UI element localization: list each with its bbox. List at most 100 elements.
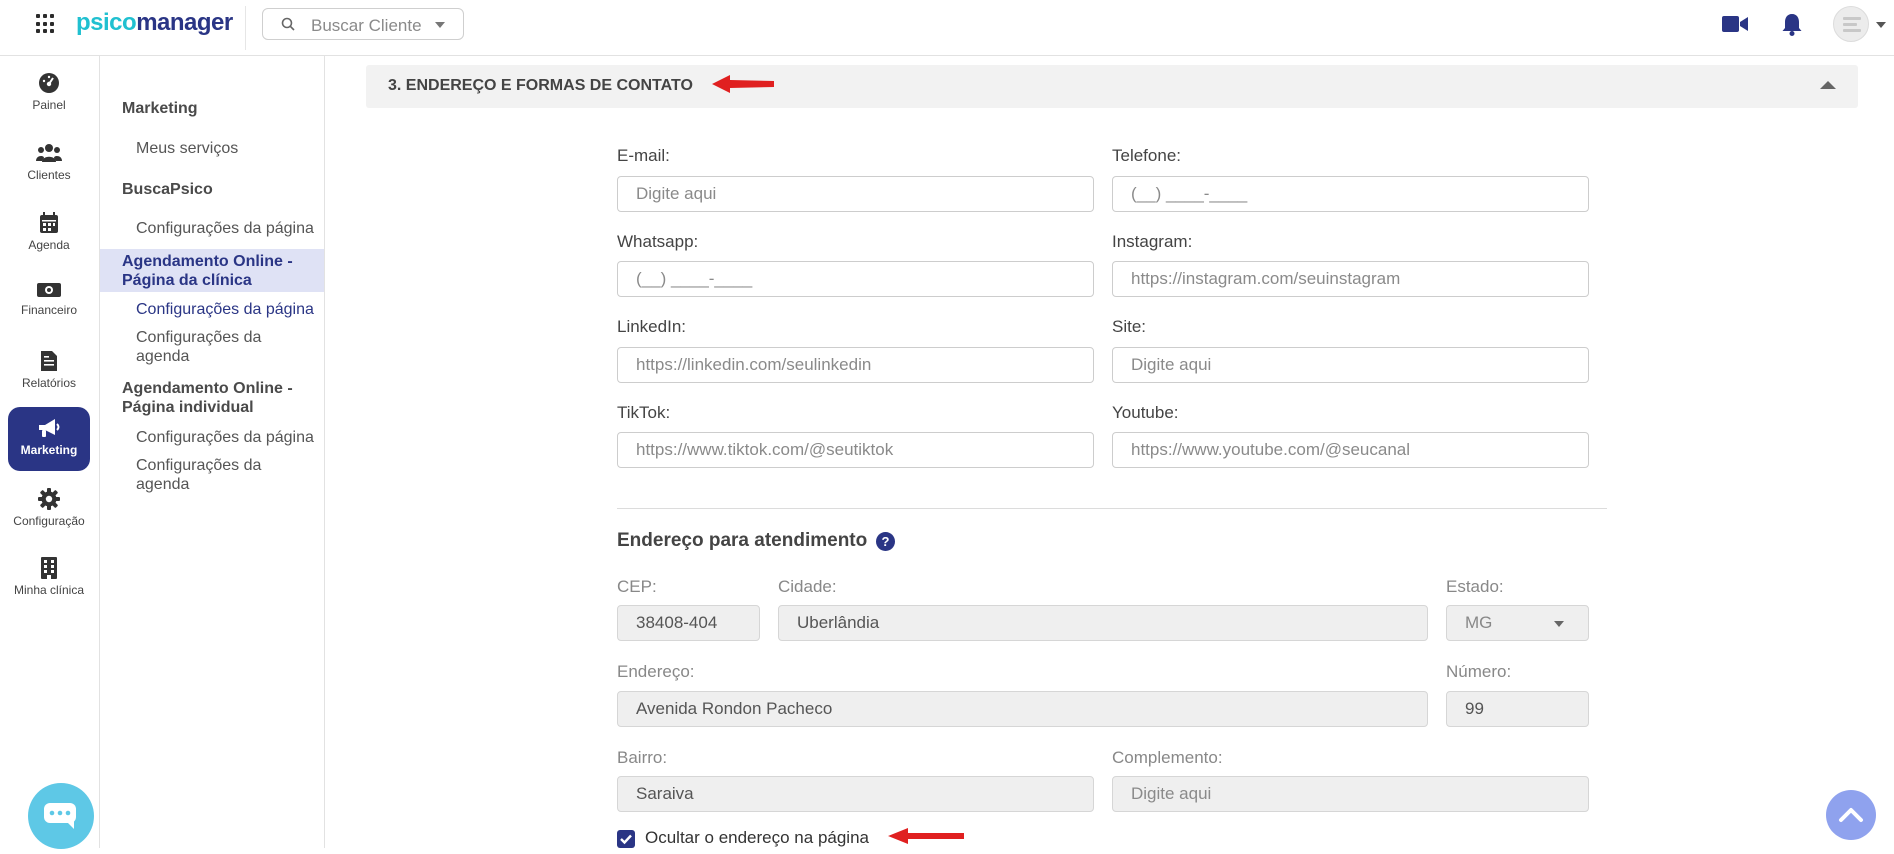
site-field[interactable] — [1112, 347, 1589, 383]
subnav-item-buscapsico-config[interactable]: Configurações da página — [136, 219, 314, 238]
users-icon — [36, 144, 62, 162]
nav-item-painel[interactable]: Painel — [8, 62, 90, 126]
nav-item-agenda[interactable]: Agenda — [8, 202, 90, 266]
chevron-up-icon — [1839, 808, 1863, 822]
subnav-item-individual-config-pagina[interactable]: Configurações da página — [136, 428, 314, 447]
client-search[interactable]: Buscar Cliente — [262, 8, 464, 40]
endereco-label: Endereço: — [617, 662, 695, 681]
nav-item-configuracao[interactable]: Configuração — [8, 478, 90, 542]
hide-address-checkbox[interactable] — [617, 830, 635, 848]
linkedin-field[interactable] — [617, 347, 1094, 383]
subnav-item-clinica-config-agenda[interactable]: Configurações da agenda — [136, 328, 261, 366]
cep-label: CEP: — [617, 577, 657, 596]
search-placeholder: Buscar Cliente — [311, 16, 422, 35]
nav-item-relatorios[interactable]: Relatórios — [8, 340, 90, 404]
help-icon[interactable]: ? — [876, 532, 895, 551]
hide-address-label[interactable]: Ocultar o endereço na página — [645, 828, 869, 848]
estado-label: Estado: — [1446, 577, 1504, 596]
dashboard-icon — [39, 73, 59, 93]
numero-label: Número: — [1446, 662, 1512, 681]
subnav-item-meus-servicos[interactable]: Meus serviços — [136, 139, 238, 158]
telefone-label: Telefone: — [1112, 146, 1181, 165]
estado-value: MG — [1465, 613, 1493, 632]
subnav-item-line: agenda — [136, 476, 190, 493]
logo-part-psico: psico — [76, 9, 137, 36]
section-header[interactable]: 3. ENDEREÇO E FORMAS DE CONTATO — [366, 65, 1858, 108]
subnav-item-line: Configurações da — [136, 457, 262, 474]
chat-icon — [44, 803, 76, 829]
gear-icon — [38, 488, 60, 510]
annotation-arrow-icon — [712, 75, 774, 93]
bell-icon[interactable] — [1781, 12, 1803, 36]
cidade-label: Cidade: — [778, 577, 837, 596]
building-icon — [41, 557, 57, 579]
sub-sidebar: Marketing Meus serviços BuscaPsico Confi… — [100, 56, 325, 848]
report-icon — [41, 351, 57, 371]
linkedin-label: LinkedIn: — [617, 317, 686, 336]
cep-field[interactable] — [617, 605, 760, 641]
nav-label: Configuração — [13, 514, 85, 528]
logo[interactable]: psicomanager — [76, 9, 233, 37]
numero-field[interactable] — [1446, 691, 1589, 727]
nav-label: Minha clínica — [13, 583, 85, 597]
calendar-icon — [40, 212, 58, 233]
top-bar: psicomanager Buscar Cliente — [0, 0, 1894, 56]
bairro-label: Bairro: — [617, 748, 668, 767]
whatsapp-label: Whatsapp: — [617, 232, 699, 251]
address-section-title: Endereço para atendimento — [617, 530, 868, 551]
telefone-field[interactable] — [1112, 176, 1589, 212]
instagram-field[interactable] — [1112, 261, 1589, 297]
subnav-heading-buscapsico[interactable]: BuscaPsico — [122, 180, 213, 199]
cidade-field[interactable] — [778, 605, 1428, 641]
subnav-heading-agendamento-individual[interactable]: Agendamento Online - Página individual — [122, 379, 293, 417]
youtube-field[interactable] — [1112, 432, 1589, 468]
divider — [245, 6, 246, 50]
subnav-heading-line: Agendamento Online - — [122, 253, 293, 270]
subnav-heading-line: Agendamento Online - — [122, 380, 293, 397]
avatar[interactable] — [1833, 6, 1869, 42]
youtube-label: Youtube: — [1112, 403, 1179, 422]
subnav-heading-line: Página da clínica — [122, 272, 252, 289]
subnav-item-clinica-config-pagina[interactable]: Configurações da página — [136, 300, 314, 319]
video-camera-icon[interactable] — [1722, 14, 1748, 34]
money-icon — [37, 283, 61, 297]
nav-label: Marketing — [20, 443, 78, 457]
instagram-label: Instagram: — [1112, 232, 1193, 251]
chevron-up-icon[interactable] — [1820, 81, 1836, 89]
logo-part-manager: manager — [136, 9, 233, 36]
subnav-item-line: Configurações da — [136, 329, 262, 346]
search-icon — [281, 17, 295, 31]
section-title: 3. ENDEREÇO E FORMAS DE CONTATO — [388, 77, 693, 94]
email-label: E-mail: — [617, 146, 670, 165]
nav-label: Relatórios — [21, 376, 77, 390]
email-field[interactable] — [617, 176, 1094, 212]
apps-grid-icon[interactable] — [36, 14, 56, 34]
nav-label: Clientes — [27, 168, 71, 182]
estado-select[interactable]: MG — [1446, 605, 1589, 641]
checkmark-icon — [620, 834, 632, 845]
subnav-item-individual-config-agenda[interactable]: Configurações da agenda — [136, 456, 261, 494]
megaphone-icon — [39, 419, 60, 437]
chat-button[interactable] — [28, 783, 94, 849]
tiktok-field[interactable] — [617, 432, 1094, 468]
nav-item-minha-clinica[interactable]: Minha clínica — [8, 547, 90, 611]
subnav-item-line: agenda — [136, 348, 190, 365]
subnav-heading-agendamento-clinica[interactable]: Agendamento Online - Página da clínica — [122, 252, 293, 290]
whatsapp-field[interactable] — [617, 261, 1094, 297]
chevron-down-icon[interactable] — [1876, 22, 1886, 28]
complemento-field[interactable] — [1112, 776, 1589, 812]
bairro-field[interactable] — [617, 776, 1094, 812]
chevron-down-icon — [1554, 621, 1564, 627]
endereco-field[interactable] — [617, 691, 1428, 727]
chevron-down-icon — [435, 22, 445, 28]
subnav-heading-marketing[interactable]: Marketing — [122, 99, 198, 118]
annotation-arrow-icon — [888, 828, 964, 844]
tiktok-label: TikTok: — [617, 403, 671, 422]
nav-label: Agenda — [28, 238, 70, 252]
scroll-to-top-button[interactable] — [1826, 790, 1876, 840]
nav-item-financeiro[interactable]: Financeiro — [8, 271, 90, 335]
nav-label: Painel — [32, 98, 66, 112]
nav-item-clientes[interactable]: Clientes — [8, 132, 90, 196]
nav-item-marketing[interactable]: Marketing — [8, 407, 90, 471]
nav-label: Financeiro — [20, 303, 78, 317]
